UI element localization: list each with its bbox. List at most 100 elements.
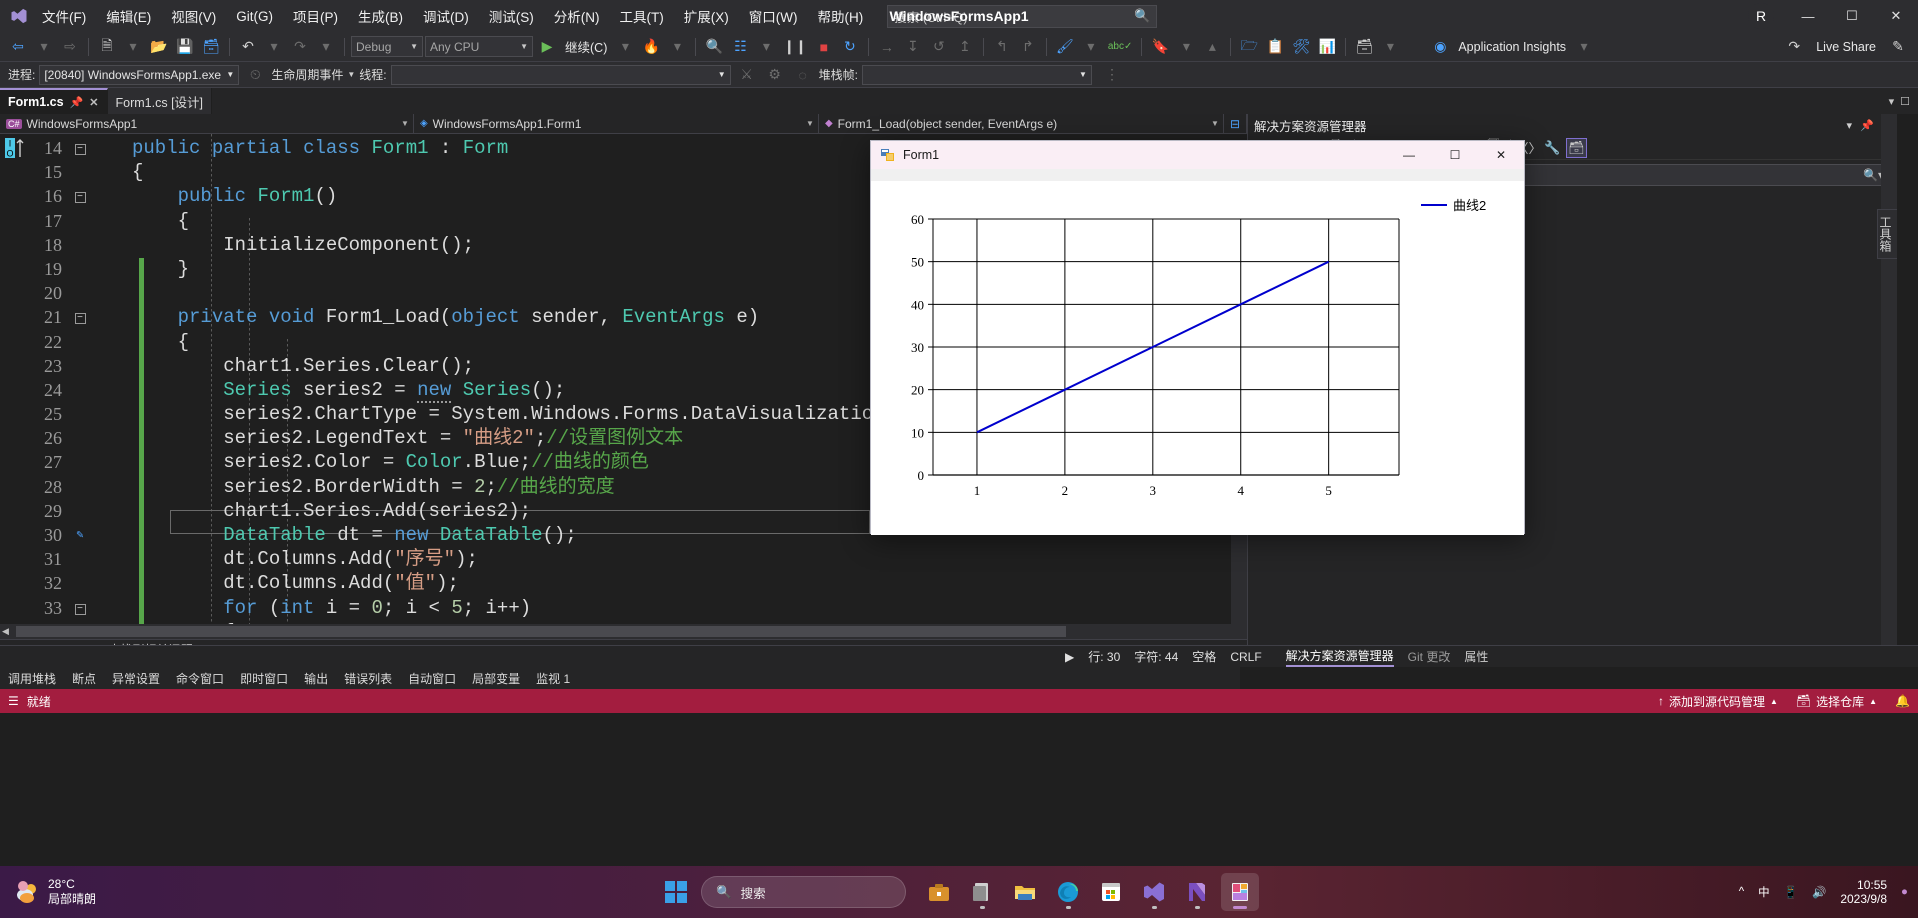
code-cleanup-dropdown-icon[interactable]: ▾: [1079, 35, 1103, 59]
fold-toggle[interactable]: −: [68, 184, 92, 208]
step-out-icon[interactable]: ↥: [953, 35, 977, 59]
code-cleanup-icon[interactable]: 🖌: [1053, 35, 1077, 59]
panel-tab-immediate-window[interactable]: 即时窗口: [232, 668, 296, 688]
taskbar-app-briefcase[interactable]: [920, 873, 958, 911]
notifications-bell-icon[interactable]: 🔔: [1895, 694, 1910, 708]
lifecycle-events-icon[interactable]: ⏲: [243, 63, 267, 87]
app-insights-icon[interactable]: ◉: [1428, 35, 1452, 59]
taskbar-app-notion[interactable]: [1178, 873, 1216, 911]
navbar-member-select[interactable]: ◆ Form1_Load(object sender, EventArgs e)…: [819, 113, 1224, 134]
save-layout-icon[interactable]: 🗃: [1352, 35, 1376, 59]
solution-platform-select[interactable]: Any CPU ▼: [425, 36, 533, 57]
panel-tab-autos[interactable]: 自动窗口: [400, 668, 464, 688]
bookmark-icon[interactable]: 🔖: [1148, 35, 1172, 59]
navigate-back-icon[interactable]: ⇦: [6, 35, 30, 59]
open-file-icon[interactable]: 📂: [147, 35, 171, 59]
menu-item-view[interactable]: 视图(V): [161, 2, 226, 30]
chart1-control[interactable]: 0 10 20 30 40 50 60 1 2 3 4 5 曲线2: [871, 181, 1524, 535]
navbar-split-icon[interactable]: ⊟: [1224, 113, 1247, 134]
navigate-forward-icon[interactable]: ⇨: [58, 35, 82, 59]
form1-maximize-button[interactable]: ☐: [1432, 141, 1478, 169]
close-icon[interactable]: ✕: [89, 96, 98, 109]
lifecycle-events-label[interactable]: 生命周期事件: [271, 66, 343, 83]
hot-reload-icon[interactable]: 🔥: [639, 35, 663, 59]
properties-window-icon[interactable]: 📋: [1263, 35, 1287, 59]
navbar-type-select[interactable]: ◈ WindowsFormsApp1.Form1 ▼: [414, 113, 819, 134]
process-select[interactable]: [20840] WindowsFormsApp1.exe ▼: [39, 64, 240, 85]
panel-tab-breakpoints[interactable]: 断点: [64, 668, 104, 688]
app-insights-label[interactable]: Application Insights: [1454, 40, 1570, 54]
solution-configuration-select[interactable]: Debug ▼: [351, 36, 423, 57]
feedback-icon[interactable]: ✎: [1886, 35, 1910, 59]
uncomment-icon[interactable]: ↱: [1016, 35, 1040, 59]
new-project-icon[interactable]: 🗎: [95, 35, 119, 59]
menu-item-window[interactable]: 窗口(W): [739, 2, 808, 30]
pin-icon[interactable]: 📌: [1860, 119, 1874, 132]
doc-tab-git-changes[interactable]: Git 更改: [1408, 648, 1451, 665]
continue-button-label[interactable]: 继续(C): [561, 37, 611, 56]
menu-item-edit[interactable]: 编辑(E): [96, 2, 161, 30]
menu-item-project[interactable]: 项目(P): [283, 2, 348, 30]
panel-tab-locals[interactable]: 局部变量: [464, 668, 528, 688]
menu-item-extensions[interactable]: 扩展(X): [674, 2, 739, 30]
form1-close-button[interactable]: ✕: [1478, 141, 1524, 169]
taskbar-app-edge[interactable]: [1049, 873, 1087, 911]
pause-icon[interactable]: ❙❙: [780, 35, 809, 59]
taskbar-app-file-explorer[interactable]: [1006, 873, 1044, 911]
tray-overflow-icon[interactable]: ^: [1739, 886, 1744, 898]
restart-icon[interactable]: ↻: [838, 35, 862, 59]
panel-menu-icon[interactable]: ▾: [1847, 119, 1853, 132]
taskbar-search-box[interactable]: 🔍 搜索: [701, 876, 906, 908]
new-project-dropdown-icon[interactable]: ▾: [121, 35, 145, 59]
stack-frame-select[interactable]: ▼: [861, 64, 1092, 85]
status-eol[interactable]: CRLF: [1230, 650, 1261, 664]
status-spaces[interactable]: 空格: [1192, 648, 1216, 665]
volume-icon[interactable]: 🔊: [1812, 885, 1826, 899]
taskbar-app-windowsformsapp1[interactable]: [1221, 873, 1259, 911]
breakpoint-glyph-icon[interactable]: ✎: [68, 523, 92, 547]
taskbar-clock[interactable]: 10:55 2023/9/8: [1840, 878, 1887, 906]
hscrollbar-thumb[interactable]: [16, 626, 1066, 637]
properties-icon[interactable]: 🔧: [1542, 138, 1563, 158]
panel-tab-watch-1[interactable]: 监视 1: [528, 668, 578, 688]
save-all-icon[interactable]: 🗃: [199, 35, 223, 59]
spell-check-icon[interactable]: abc✓: [1105, 35, 1136, 59]
menu-item-help[interactable]: 帮助(H): [807, 2, 873, 30]
select-repository-button[interactable]: 🗃 选择仓库 ▲: [1796, 693, 1877, 710]
toolbox-vertical-tab[interactable]: 工具箱: [1877, 209, 1897, 259]
menu-item-test[interactable]: 测试(S): [479, 2, 544, 30]
menu-item-analyze[interactable]: 分析(N): [544, 2, 610, 30]
menu-item-file[interactable]: 文件(F): [32, 2, 96, 30]
start-dropdown-icon[interactable]: ▾: [613, 35, 637, 59]
show-next-statement-icon[interactable]: →: [875, 35, 899, 59]
save-icon[interactable]: 💾: [173, 35, 197, 59]
navbar-project-select[interactable]: C# WindowsFormsApp1 ▼: [0, 113, 414, 134]
taskbar-app-microsoft-store[interactable]: [1092, 873, 1130, 911]
minimize-button[interactable]: —: [1786, 0, 1830, 32]
preview-selected-items-icon[interactable]: 🗃: [1566, 137, 1587, 158]
form1-minimize-button[interactable]: —: [1386, 141, 1432, 169]
start-button[interactable]: [659, 875, 693, 909]
tab-form1-cs-design[interactable]: Form1.cs [设计]: [107, 88, 213, 114]
navigate-back-dropdown-icon[interactable]: ▾: [32, 35, 56, 59]
solution-explorer-scrollbar[interactable]: [1881, 114, 1897, 660]
attach-process-icon[interactable]: 🔍: [702, 35, 726, 59]
stop-debug-icon[interactable]: ■: [812, 35, 836, 59]
step-into-icon[interactable]: ↧: [901, 35, 925, 59]
form1-window[interactable]: Form1 — ☐ ✕ 0 10 20 30 40 50 60 1 2 3 4 5 曲线2: [870, 140, 1525, 535]
menu-item-build[interactable]: 生成(B): [348, 2, 413, 30]
doc-tab-properties[interactable]: 属性: [1464, 648, 1488, 665]
menu-item-tools[interactable]: 工具(T): [610, 2, 674, 30]
scroll-left-icon[interactable]: ◀: [2, 626, 9, 637]
comment-icon[interactable]: ↰: [990, 35, 1014, 59]
layout-dropdown-icon[interactable]: ▾: [1378, 35, 1402, 59]
network-icon[interactable]: 📱: [1784, 885, 1798, 899]
panel-tab-output[interactable]: 输出: [296, 668, 336, 688]
stack-frame-prev-icon[interactable]: ⚔: [735, 63, 759, 87]
debug-settings-icon[interactable]: ☷: [728, 35, 752, 59]
bookmark-prev-icon[interactable]: ▴: [1200, 35, 1224, 59]
tab-list-chevron-icon[interactable]: ▾: [1889, 95, 1895, 108]
fold-toggle[interactable]: −: [68, 305, 92, 329]
redo-dropdown-icon[interactable]: ▾: [314, 35, 338, 59]
thread-select[interactable]: ▼: [390, 64, 731, 85]
